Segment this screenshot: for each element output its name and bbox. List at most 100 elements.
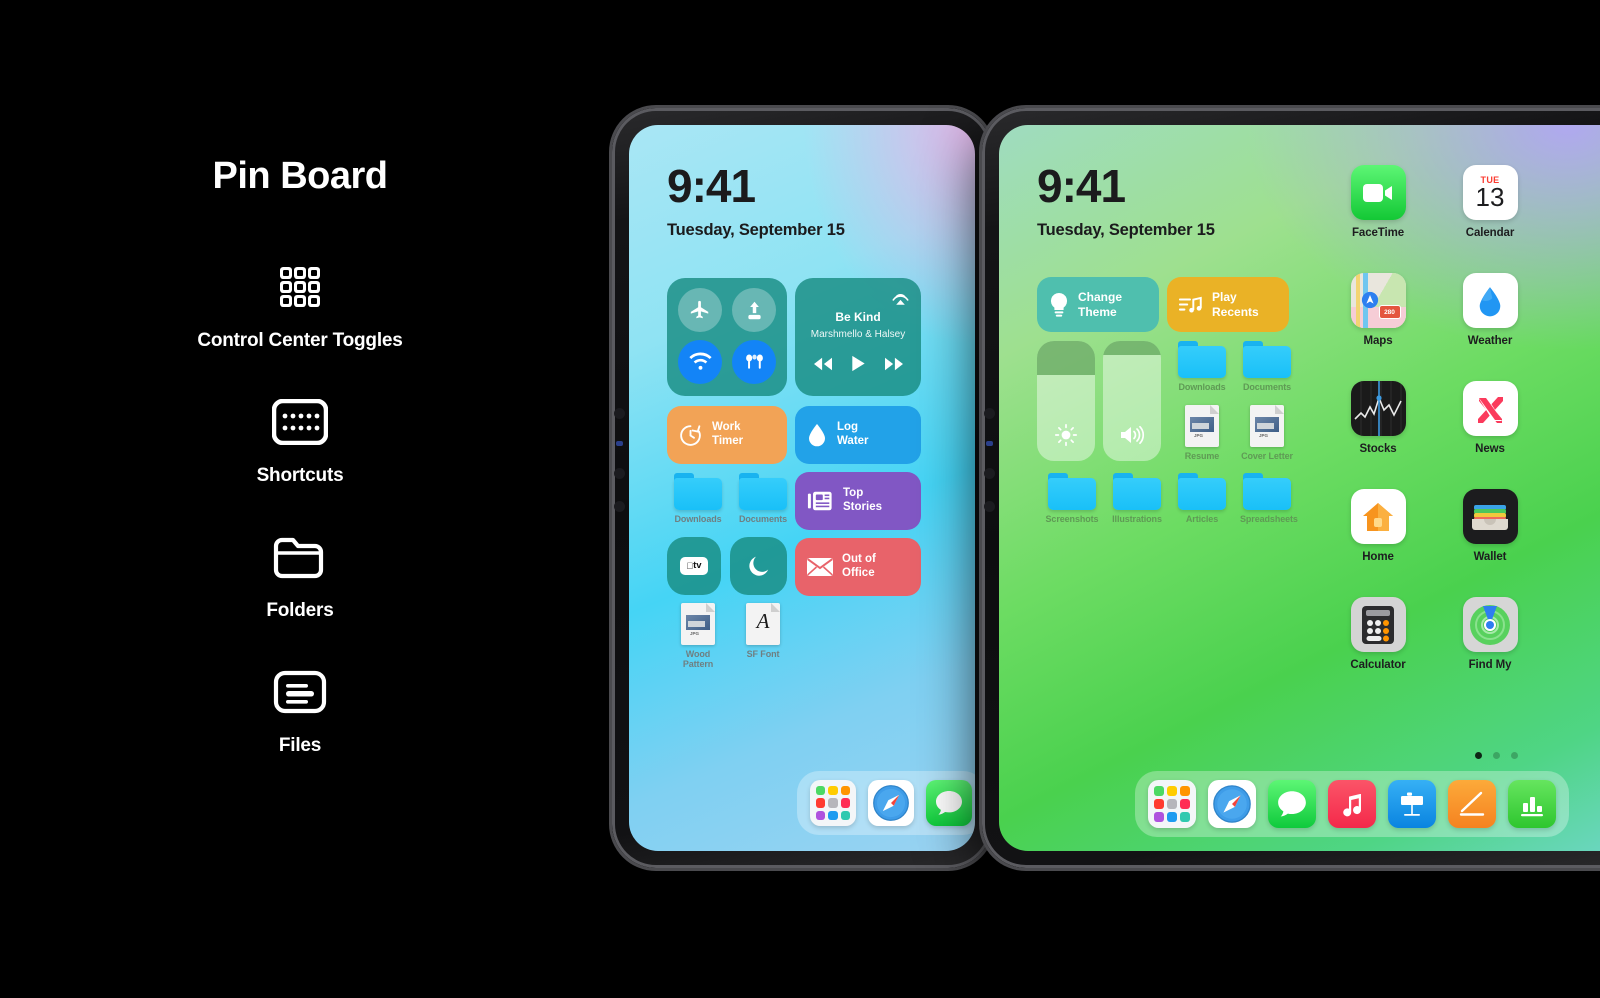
control-center-grid-icon bbox=[272, 258, 328, 316]
rewind-icon[interactable] bbox=[812, 355, 834, 373]
home-icon bbox=[1350, 489, 1406, 544]
fast-forward-icon[interactable] bbox=[883, 355, 905, 373]
shortcut-play-recents[interactable]: Play Recents bbox=[1167, 277, 1289, 332]
now-playing-track: Be Kind bbox=[835, 310, 881, 324]
music-icon[interactable] bbox=[1328, 780, 1376, 828]
shortcut-do-not-disturb[interactable] bbox=[730, 537, 787, 595]
folder-label: Downloads bbox=[674, 514, 722, 524]
folder-label: Articles bbox=[1185, 514, 1219, 524]
feature-folders: Folders bbox=[0, 528, 600, 622]
folder-spreadsheets[interactable]: Spreadsheets bbox=[1240, 473, 1298, 524]
file-label: Cover Letter bbox=[1241, 451, 1293, 461]
app-label: Weather bbox=[1467, 335, 1513, 347]
moon-icon bbox=[748, 556, 768, 576]
pin-board-promo-screen: Pin Board Control Center Toggles Shortcu… bbox=[0, 0, 1600, 998]
feature-label: Control Center Toggles bbox=[197, 330, 403, 351]
app-library-icon[interactable] bbox=[810, 780, 856, 826]
file-sf-font[interactable]: A SF Font bbox=[736, 603, 790, 659]
shortcut-work-timer[interactable]: Work Timer bbox=[667, 406, 787, 464]
file-cover-letter[interactable]: JPG Cover Letter bbox=[1240, 405, 1294, 461]
file-label: Wood Pattern bbox=[682, 649, 714, 669]
safari-icon[interactable] bbox=[1208, 780, 1256, 828]
app-weather[interactable]: Weather bbox=[1451, 273, 1529, 347]
folder-icon bbox=[1113, 473, 1161, 510]
brightness-icon bbox=[1054, 424, 1078, 447]
folder-label: Documents bbox=[1242, 382, 1292, 392]
app-news[interactable]: News bbox=[1451, 381, 1529, 455]
folder-downloads[interactable]: Downloads bbox=[671, 473, 725, 524]
app-facetime[interactable]: FaceTime bbox=[1339, 165, 1417, 239]
page-dot[interactable] bbox=[1475, 752, 1482, 759]
left-info-panel: Pin Board Control Center Toggles Shortcu… bbox=[0, 0, 600, 998]
airdrop-toggle[interactable] bbox=[732, 288, 776, 332]
shortcut-out-of-office[interactable]: Out of Office bbox=[795, 538, 921, 596]
folder-articles[interactable]: Articles bbox=[1175, 473, 1229, 524]
files-card-icon bbox=[273, 663, 327, 721]
folder-documents[interactable]: Documents bbox=[1240, 341, 1294, 392]
shortcut-change-theme[interactable]: Change Theme bbox=[1037, 277, 1159, 332]
feature-control-center-toggles: Control Center Toggles bbox=[0, 258, 600, 352]
feature-list: Control Center Toggles Shortcuts Folders… bbox=[0, 258, 600, 798]
page-indicator[interactable] bbox=[1475, 752, 1518, 759]
play-icon[interactable] bbox=[850, 354, 866, 373]
control-center-toggles-tile[interactable] bbox=[667, 278, 787, 396]
shortcut-label-line2: Office bbox=[842, 567, 875, 579]
numbers-icon[interactable] bbox=[1508, 780, 1556, 828]
shortcut-log-water[interactable]: Log Water bbox=[795, 406, 921, 464]
pages-icon[interactable] bbox=[1448, 780, 1496, 828]
shortcut-top-stories[interactable]: Top Stories bbox=[795, 472, 921, 530]
wifi-icon bbox=[688, 351, 712, 370]
app-stocks[interactable]: Stocks bbox=[1339, 381, 1417, 455]
folder-icon bbox=[1178, 473, 1226, 510]
safari-icon[interactable] bbox=[868, 780, 914, 826]
airpods-icon bbox=[745, 353, 763, 369]
folder-illustrations[interactable]: Illustrations bbox=[1110, 473, 1164, 524]
file-wood-pattern[interactable]: JPG Wood Pattern bbox=[671, 603, 725, 669]
app-library-icon[interactable] bbox=[1148, 780, 1196, 828]
clock-date: Tuesday, September 15 bbox=[667, 221, 845, 239]
wallet-icon bbox=[1462, 489, 1518, 544]
calendar-day: 13 bbox=[1475, 182, 1505, 212]
folder-icon bbox=[273, 528, 327, 586]
messages-icon[interactable] bbox=[926, 780, 972, 826]
folder-icon bbox=[1178, 341, 1226, 378]
volume-slider[interactable] bbox=[1103, 341, 1161, 461]
keynote-icon[interactable] bbox=[1388, 780, 1436, 828]
shortcut-label-line1: Change bbox=[1078, 290, 1123, 305]
brightness-slider[interactable] bbox=[1037, 341, 1095, 461]
airpods-toggle[interactable] bbox=[732, 340, 776, 384]
shortcut-apple-tv[interactable]:  tv bbox=[667, 537, 721, 595]
folder-downloads[interactable]: Downloads bbox=[1175, 341, 1229, 392]
envelope-icon bbox=[807, 558, 833, 576]
folder-documents[interactable]: Documents bbox=[736, 473, 790, 524]
airplane-toggle[interactable] bbox=[678, 288, 722, 332]
app-find-my[interactable]: Find My bbox=[1451, 597, 1529, 671]
app-home[interactable]: Home bbox=[1339, 489, 1417, 563]
file-resume[interactable]: JPG Resume bbox=[1175, 405, 1229, 461]
folder-icon bbox=[1243, 473, 1291, 510]
messages-icon[interactable] bbox=[1268, 780, 1316, 828]
page-dot[interactable] bbox=[1493, 752, 1500, 759]
timer-icon bbox=[680, 424, 701, 446]
now-playing-widget[interactable]: Be Kind Marshmello & Halsey bbox=[795, 278, 921, 396]
app-maps[interactable]: 280 Maps bbox=[1339, 273, 1417, 347]
ipad-left-screen: 9:41 Tuesday, September 15 Be Kind Marsh… bbox=[629, 125, 975, 851]
folder-screenshots[interactable]: Screenshots bbox=[1045, 473, 1099, 524]
wifi-toggle[interactable] bbox=[678, 340, 722, 384]
clock-date: Tuesday, September 15 bbox=[1037, 221, 1215, 239]
appletv-icon:  tv bbox=[680, 557, 708, 575]
shortcut-label-line1: Play bbox=[1212, 290, 1237, 305]
calculator-icon bbox=[1350, 597, 1406, 652]
app-calendar[interactable]: TUE 13 Calendar bbox=[1451, 165, 1529, 239]
smart-connector-pins bbox=[614, 408, 630, 534]
app-wallet[interactable]: Wallet bbox=[1451, 489, 1529, 563]
shortcut-label-line2: Theme bbox=[1078, 304, 1117, 319]
page-dot[interactable] bbox=[1511, 752, 1518, 759]
app-calculator[interactable]: Calculator bbox=[1339, 597, 1417, 671]
app-label: Calculator bbox=[1350, 659, 1406, 671]
shortcut-label-line2: Stories bbox=[843, 501, 882, 513]
facetime-icon bbox=[1350, 165, 1406, 220]
findmy-icon bbox=[1462, 597, 1518, 652]
folder-label: Illustrations bbox=[1112, 514, 1162, 524]
lockscreen-clock: 9:41 Tuesday, September 15 bbox=[667, 163, 845, 240]
